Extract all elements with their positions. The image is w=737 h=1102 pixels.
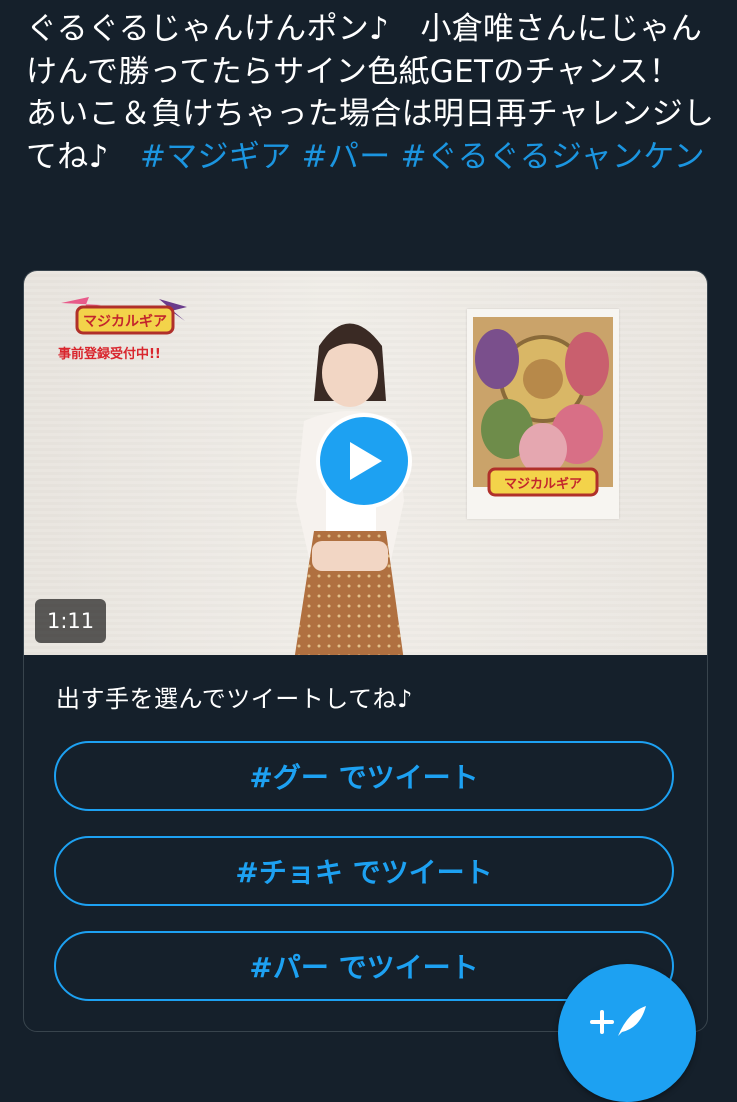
tweet-choki-button[interactable]: #チョキ でツイート xyxy=(54,836,674,906)
game-logo: マジカルギア xyxy=(59,293,189,343)
tweet-text: ぐるぐるじゃんけんポン♪ 小倉唯さんにじゃんけんで勝ってたらサイン色紙GETのチ… xyxy=(26,8,716,178)
play-button[interactable] xyxy=(316,413,412,509)
preregistration-text: 事前登録受付中!! xyxy=(58,347,161,362)
hashtag-magigear[interactable]: #マジギア xyxy=(140,139,291,175)
poll-card: マジカルギア 事前登録受付中!! マジカルギア 1:11 出す手を選んでツイート… xyxy=(23,270,708,1032)
poster-logo-text: マジカルギア xyxy=(504,476,582,492)
hashtag-paa[interactable]: #パー xyxy=(302,139,391,175)
compose-tweet-button[interactable] xyxy=(558,964,696,1102)
game-poster: マジカルギア xyxy=(467,309,619,519)
play-icon xyxy=(350,442,382,480)
hashtag-guruguru-janken[interactable]: #ぐるぐるジャンケン xyxy=(401,139,705,175)
compose-tweet-icon xyxy=(590,1006,646,1036)
video-duration-badge: 1:11 xyxy=(35,599,107,643)
video-player[interactable]: マジカルギア 事前登録受付中!! マジカルギア 1:11 xyxy=(24,271,707,655)
tweet-gu-button[interactable]: #グー でツイート xyxy=(54,741,674,811)
game-logo-text: マジカルギア xyxy=(83,313,167,330)
poll-prompt: 出す手を選んでツイートしてね♪ xyxy=(56,685,413,713)
